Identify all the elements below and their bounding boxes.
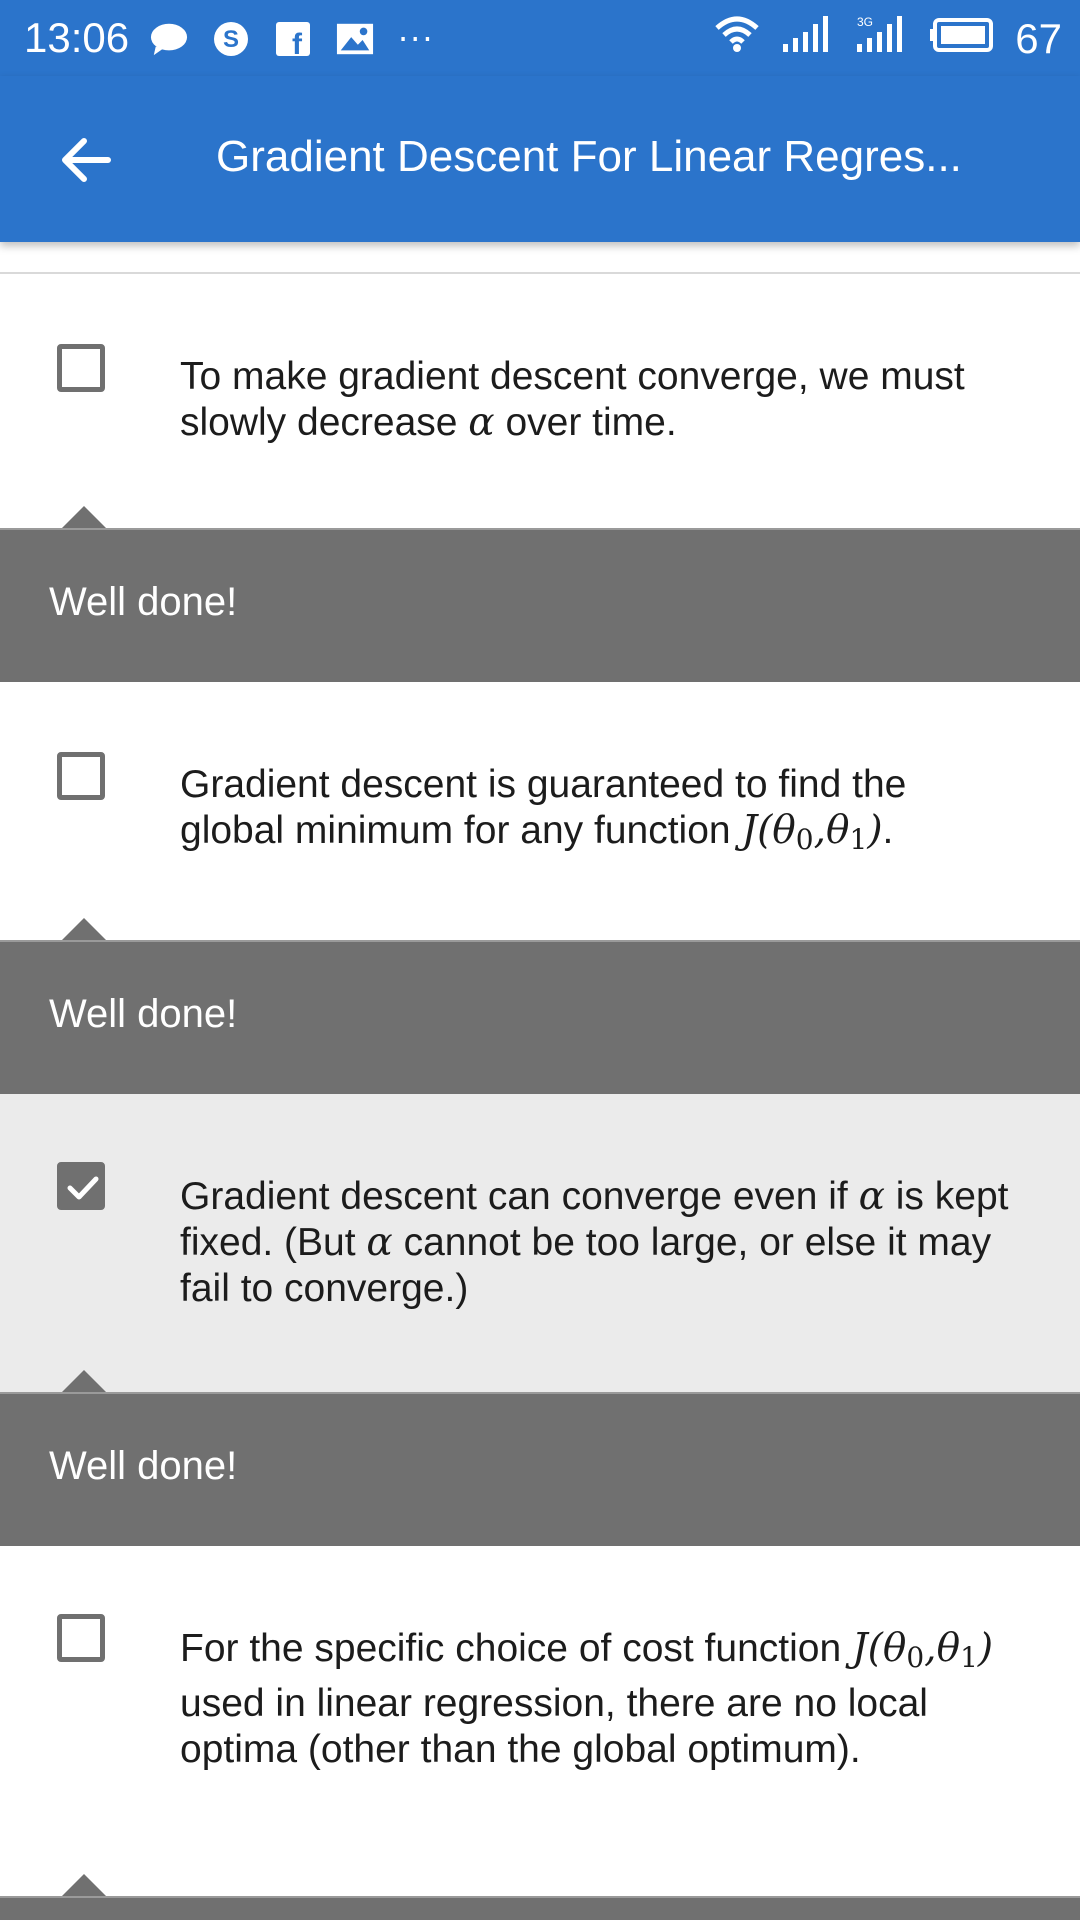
divider: [0, 940, 1080, 942]
svg-text:3G: 3G: [857, 15, 873, 29]
more-notifications-icon: ···: [398, 20, 435, 58]
feedback-banner: Well done!: [0, 506, 1080, 682]
facebook-icon: f: [274, 20, 312, 58]
feedback-pointer: [62, 506, 106, 528]
wifi-icon: [713, 14, 761, 64]
gallery-icon: [336, 20, 374, 58]
option-checkbox-checked[interactable]: [57, 1162, 105, 1210]
svg-text:f: f: [292, 28, 303, 57]
option-text: To make gradient descent converge, we mu…: [180, 355, 965, 445]
feedback-pointer: [62, 1370, 106, 1392]
option-checkbox[interactable]: [57, 1614, 105, 1662]
status-time: 13:06: [24, 14, 130, 61]
option-text: Gradient descent is guaranteed to find t…: [180, 763, 907, 856]
feedback-banner: Well done!: [0, 918, 1080, 1094]
signal-3g-icon: 3G: [855, 14, 909, 64]
chat-bubble-icon: [150, 20, 188, 58]
feedback-text: Well done!: [49, 580, 238, 624]
feedback-banner: Well done!: [0, 1370, 1080, 1546]
svg-text:S: S: [223, 26, 239, 53]
divider: [0, 528, 1080, 530]
battery-level: 67: [1015, 15, 1062, 62]
feedback-pointer: [62, 1874, 106, 1896]
page-title: Gradient Descent For Linear Regres...: [216, 132, 962, 181]
feedback-pointer: [62, 918, 106, 940]
feedback-banner: [0, 1874, 1080, 1920]
app-bar: Gradient Descent For Linear Regres...: [0, 76, 1080, 242]
feedback-text: Well done!: [49, 1444, 238, 1488]
skype-icon: S: [212, 20, 250, 58]
answer-option-selected[interactable]: Gradient descent can converge even if α …: [0, 1094, 1080, 1392]
divider: [0, 1392, 1080, 1394]
option-text: For the specific choice of cost function…: [180, 1626, 994, 1771]
option-text: Gradient descent can converge even if α …: [180, 1174, 1009, 1310]
checkmark-icon: [67, 1176, 99, 1200]
answer-option[interactable]: Gradient descent is guaranteed to find t…: [0, 682, 1080, 940]
divider: [0, 1896, 1080, 1898]
answer-option[interactable]: For the specific choice of cost function…: [0, 1546, 1080, 1896]
option-checkbox[interactable]: [57, 344, 105, 392]
option-checkbox[interactable]: [57, 752, 105, 800]
arrow-left-icon[interactable]: [56, 130, 116, 190]
answer-option[interactable]: To make gradient descent converge, we mu…: [0, 274, 1080, 528]
feedback-text: Well done!: [49, 992, 238, 1036]
signal-icon: [781, 14, 835, 64]
battery-icon: [929, 15, 995, 63]
status-bar: 13:06 S f ··· 3G 67: [0, 0, 1080, 76]
